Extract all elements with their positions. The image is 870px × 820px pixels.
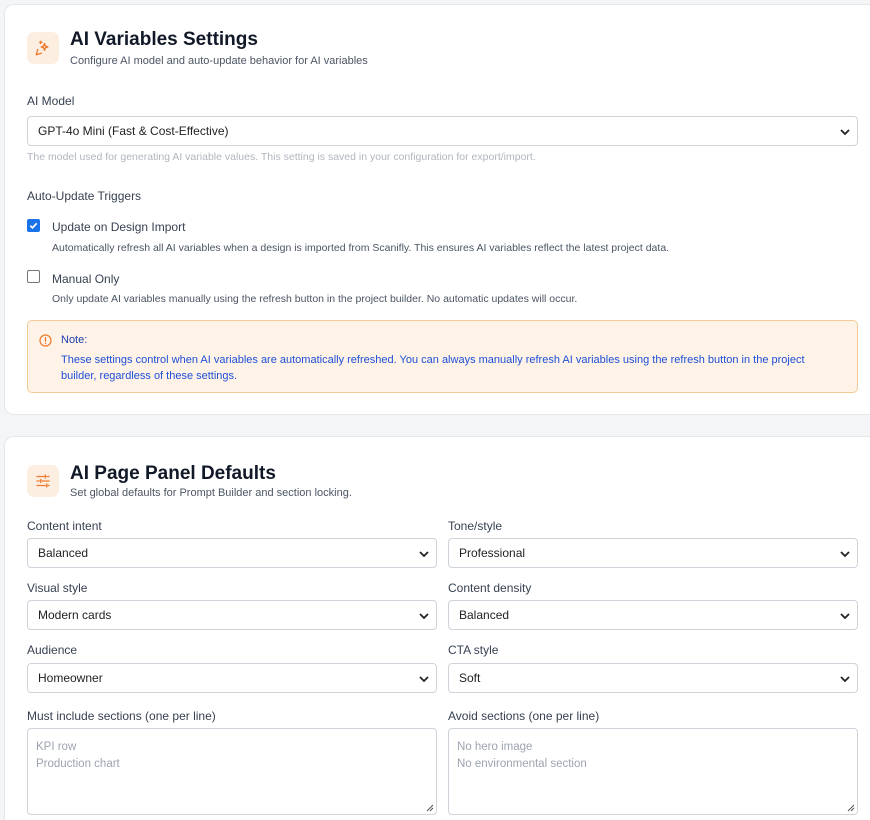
ai-model-label: AI Model	[27, 94, 75, 108]
ai-page-panel-defaults-card: AI Page Panel Defaults Set global defaul…	[4, 436, 870, 820]
must-include-placeholder-line: KPI row	[36, 741, 77, 753]
section-subtitle: Set global defaults for Prompt Builder a…	[70, 487, 352, 499]
ai-model-select[interactable]: GPT-4o Mini (Fast & Cost-Effective)	[27, 116, 858, 146]
tone-style-label: Tone/style	[448, 519, 503, 533]
tone-style-value: Professional	[459, 546, 526, 560]
update-on-import-checkbox[interactable]	[27, 219, 40, 232]
cta-style-select[interactable]: Soft	[448, 663, 858, 693]
note-body: These settings control when AI variables…	[61, 354, 805, 382]
resize-handle-icon[interactable]	[846, 803, 855, 812]
chevron-down-icon	[840, 613, 850, 620]
visual-style-label: Visual style	[27, 581, 88, 595]
audience-select[interactable]: Homeowner	[27, 663, 437, 693]
chevron-down-icon	[419, 676, 429, 683]
avoid-sections-textarea[interactable]: No hero image No environmental section	[448, 728, 858, 815]
checkmark-icon	[29, 222, 38, 230]
chevron-down-icon	[840, 676, 850, 683]
content-density-value: Balanced	[459, 608, 510, 622]
chevron-down-icon	[840, 551, 850, 558]
chevron-down-icon	[419, 551, 429, 558]
cta-style-value: Soft	[459, 671, 481, 685]
note-box: Note: These settings control when AI var…	[27, 320, 858, 393]
manual-only-checkbox[interactable]	[27, 270, 40, 283]
content-density-select[interactable]: Balanced	[448, 600, 858, 630]
manual-only-description: Only update AI variables manually using …	[52, 293, 578, 305]
ai-model-help: The model used for generating AI variabl…	[27, 151, 536, 163]
avoid-placeholder-line: No environmental section	[457, 758, 587, 770]
must-include-label: Must include sections (one per line)	[27, 709, 216, 723]
sparkles-icon	[27, 32, 59, 64]
section-title: AI Page Panel Defaults	[70, 463, 276, 484]
update-on-import-label[interactable]: Update on Design Import	[52, 220, 185, 234]
must-include-placeholder-line: Production chart	[36, 758, 120, 770]
avoid-sections-label: Avoid sections (one per line)	[448, 709, 600, 723]
note-title: Note:	[61, 334, 88, 346]
page-title: AI Variables Settings	[70, 29, 258, 50]
resize-handle-icon[interactable]	[425, 803, 434, 812]
audience-value: Homeowner	[38, 671, 103, 685]
must-include-textarea[interactable]: KPI row Production chart	[27, 728, 437, 815]
cta-style-label: CTA style	[448, 643, 499, 657]
content-intent-label: Content intent	[27, 519, 102, 533]
manual-only-label[interactable]: Manual Only	[52, 272, 119, 286]
audience-label: Audience	[27, 643, 78, 657]
ai-variables-settings-card: AI Variables Settings Configure AI model…	[4, 4, 870, 415]
page-subtitle: Configure AI model and auto-update behav…	[70, 55, 368, 67]
update-on-import-description: Automatically refresh all AI variables w…	[52, 242, 670, 254]
tone-style-select[interactable]: Professional	[448, 538, 858, 568]
content-intent-value: Balanced	[38, 546, 89, 560]
visual-style-value: Modern cards	[38, 608, 112, 622]
auto-update-triggers-label: Auto-Update Triggers	[27, 189, 142, 203]
chevron-down-icon	[419, 613, 429, 620]
content-intent-select[interactable]: Balanced	[27, 538, 437, 568]
chevron-down-icon	[840, 129, 850, 136]
info-icon	[39, 334, 52, 347]
ai-model-value: GPT-4o Mini (Fast & Cost-Effective)	[38, 124, 229, 138]
sliders-icon	[27, 465, 59, 497]
content-density-label: Content density	[448, 581, 532, 595]
avoid-placeholder-line: No hero image	[457, 741, 533, 753]
visual-style-select[interactable]: Modern cards	[27, 600, 437, 630]
